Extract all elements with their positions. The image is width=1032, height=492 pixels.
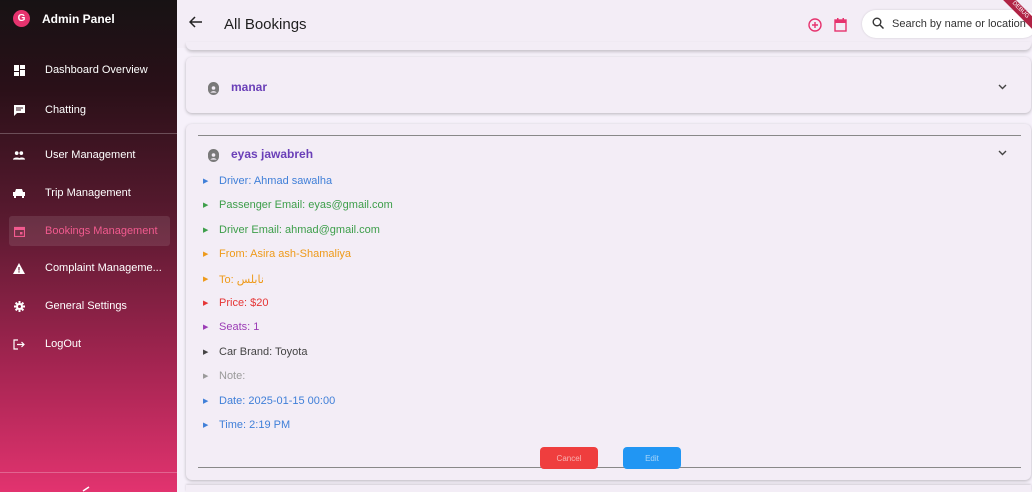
booking-detail-text: Note: bbox=[219, 370, 246, 383]
booking-detail-text: Driver: Ahmad sawalha bbox=[219, 175, 333, 187]
booking-detail-row: ▶ Car Brand: Toyota bbox=[203, 346, 307, 358]
back-arrow-icon[interactable] bbox=[188, 15, 205, 33]
sidebar-item-dashboard[interactable]: Dashboard Overview bbox=[13, 55, 177, 85]
booking-passenger-name: eyas jawabreh bbox=[231, 147, 314, 161]
sidebar-item-settings[interactable]: General Settings bbox=[13, 291, 177, 321]
bullet-arrow-icon: ▶ bbox=[203, 397, 209, 405]
edit-button[interactable]: Edit bbox=[623, 447, 681, 469]
sidebar-item-chatting[interactable]: Chatting bbox=[13, 95, 177, 125]
sidebar-item-label: Chatting bbox=[45, 104, 86, 116]
booking-detail-text: Date: 2025-01-15 00:00 bbox=[219, 394, 336, 407]
sidebar-header: G Admin Panel bbox=[0, 0, 177, 37]
warning-icon bbox=[13, 262, 25, 274]
sidebar-item-complaints[interactable]: Complaint Manageme... bbox=[13, 253, 177, 283]
sidebar-item-label: User Management bbox=[45, 149, 136, 161]
top-app-bar: All Bookings Search by name or location … bbox=[177, 0, 1032, 48]
booking-detail-text: Time: 2:19 PM bbox=[219, 419, 291, 431]
booking-detail-row: ▶ Note: bbox=[203, 370, 245, 382]
chevron-down-icon[interactable] bbox=[998, 82, 1007, 93]
sidebar-item-label: Trip Management bbox=[45, 187, 131, 199]
booking-detail-row: ▶ To: نابلس bbox=[203, 273, 264, 286]
sidebar-item-label: General Settings bbox=[45, 300, 127, 312]
sidebar-title: Admin Panel bbox=[42, 11, 115, 26]
chat-icon bbox=[13, 104, 25, 116]
users-icon bbox=[13, 149, 25, 161]
sidebar-divider bbox=[0, 133, 177, 134]
booking-detail-text: Passenger Email: eyas@gmail.com bbox=[219, 199, 393, 212]
person-icon bbox=[208, 148, 219, 162]
bullet-arrow-icon: ▶ bbox=[203, 202, 209, 210]
sidebar-item-trips[interactable]: Trip Management bbox=[13, 178, 177, 208]
sidebar-item-label: Dashboard Overview bbox=[45, 64, 148, 76]
car-icon bbox=[13, 187, 25, 199]
sidebar-item-users[interactable]: User Management bbox=[13, 140, 177, 170]
sidebar-item-label: LogOut bbox=[45, 338, 82, 350]
booking-detail-text: From: Asira ash-Shamaliya bbox=[219, 248, 352, 261]
card-divider bbox=[198, 135, 1021, 136]
bullet-arrow-icon: ▶ bbox=[203, 373, 209, 381]
calendar-filter-icon[interactable] bbox=[834, 18, 847, 35]
booking-card-header: eyas jawabreh bbox=[208, 147, 314, 162]
sidebar: G Admin Panel Dashboard Overview Chattin… bbox=[0, 0, 177, 492]
booking-detail-text: Car Brand: Toyota bbox=[219, 345, 308, 358]
booking-detail-row: ▶ Driver: Ahmad sawalha bbox=[203, 175, 332, 187]
booking-card-next bbox=[186, 485, 1031, 492]
search-icon bbox=[872, 17, 885, 32]
booking-detail-text: Driver Email: ahmad@gmail.com bbox=[219, 223, 380, 236]
calendar-icon bbox=[13, 225, 25, 237]
booking-detail-row: ▶ Date: 2025-01-15 00:00 bbox=[203, 395, 335, 407]
page-title: All Bookings bbox=[224, 15, 307, 33]
chevron-down-icon[interactable] bbox=[998, 148, 1007, 159]
booking-detail-row: ▶ Passenger Email: eyas@gmail.com bbox=[203, 199, 393, 211]
sidebar-divider bbox=[0, 472, 177, 473]
booking-passenger-name: manar bbox=[231, 80, 268, 94]
app-logo-icon: G bbox=[13, 10, 30, 27]
bullet-arrow-icon: ▶ bbox=[203, 251, 209, 259]
booking-detail-row: ▶ Price: $20 bbox=[203, 297, 269, 309]
add-booking-icon[interactable] bbox=[808, 18, 822, 35]
booking-card[interactable]: manar bbox=[186, 57, 1031, 113]
search-input[interactable]: Search by name or location bbox=[862, 10, 1032, 38]
bullet-arrow-icon: ▶ bbox=[203, 324, 209, 332]
sidebar-item-logout[interactable]: LogOut bbox=[13, 329, 177, 359]
booking-detail-text: To: نابلس bbox=[219, 273, 264, 286]
bullet-arrow-icon: ▶ bbox=[203, 348, 209, 356]
booking-detail-row: ▶ From: Asira ash-Shamaliya bbox=[203, 248, 351, 260]
chevron-left-icon[interactable] bbox=[80, 481, 90, 492]
booking-detail-text: Price: $20 bbox=[219, 297, 269, 309]
sidebar-item-label: Bookings Management bbox=[45, 225, 158, 237]
booking-detail-text: Seats: 1 bbox=[219, 321, 260, 334]
bullet-arrow-icon: ▶ bbox=[203, 276, 209, 284]
card-divider bbox=[198, 467, 1021, 468]
cancel-button[interactable]: Cancel bbox=[540, 447, 598, 469]
booking-card-header: manar bbox=[208, 80, 268, 95]
bullet-arrow-icon: ▶ bbox=[203, 226, 209, 234]
booking-detail-row: ▶ Driver Email: ahmad@gmail.com bbox=[203, 224, 380, 236]
gear-icon bbox=[13, 300, 25, 312]
dashboard-icon bbox=[13, 64, 25, 76]
booking-detail-row: ▶ Seats: 1 bbox=[203, 321, 259, 333]
booking-card-expanded[interactable]: eyas jawabreh ▶ Driver: Ahmad sawalha ▶ Pas… bbox=[186, 124, 1031, 480]
booking-card-previous bbox=[186, 42, 1031, 50]
person-icon bbox=[208, 81, 219, 95]
logout-icon bbox=[13, 338, 25, 350]
booking-detail-row: ▶ Time: 2:19 PM bbox=[203, 419, 290, 431]
bullet-arrow-icon: ▶ bbox=[203, 300, 209, 307]
sidebar-item-bookings[interactable]: Bookings Management bbox=[9, 216, 170, 246]
bullet-arrow-icon: ▶ bbox=[203, 178, 209, 185]
sidebar-item-label: Complaint Manageme... bbox=[45, 262, 162, 274]
search-placeholder: Search by name or location bbox=[892, 18, 1026, 30]
bullet-arrow-icon: ▶ bbox=[203, 422, 209, 429]
